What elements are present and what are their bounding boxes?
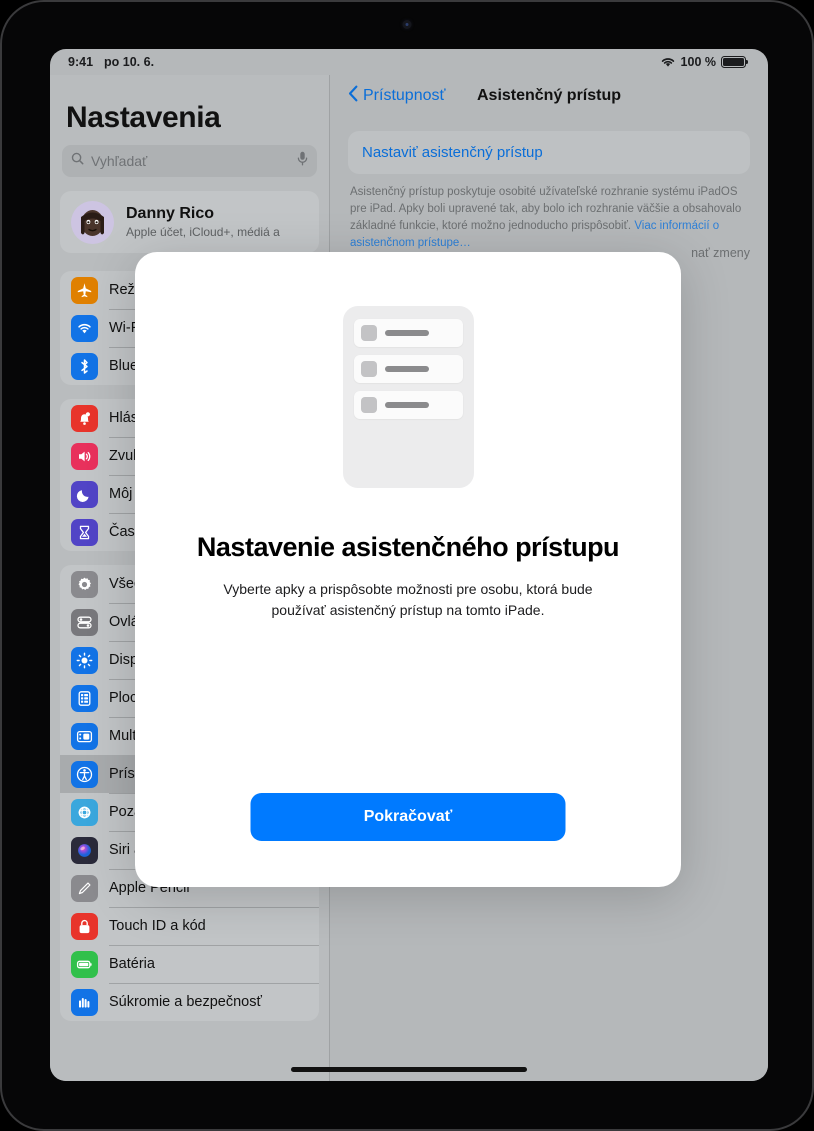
battery-icon: [71, 950, 98, 978]
illustration-row: [353, 355, 463, 383]
chevron-left-icon: [348, 85, 359, 107]
microphone-icon[interactable]: [297, 151, 308, 171]
sidebar-item-bat-ria[interactable]: Batéria: [60, 945, 319, 983]
status-bar-right: 100 %: [660, 55, 749, 69]
battery-percent: 100 %: [680, 55, 716, 69]
multitasking-icon: [71, 722, 98, 750]
sidebar-item-touch-id-a-k-d[interactable]: Touch ID a kód: [60, 907, 319, 945]
illustration-app-icon: [360, 397, 377, 413]
status-time: 9:41: [68, 55, 94, 69]
profile-name: Danny Rico: [126, 205, 215, 222]
page-title: Nastavenia: [66, 101, 221, 134]
illustration-label-bar: [384, 330, 429, 336]
assistive-access-device-illustration: [342, 306, 474, 488]
wifi-icon: [71, 314, 98, 342]
airplane-icon: [71, 276, 98, 304]
sidebar-item-s-kromie-a-bezpe-nos[interactable]: Súkromie a bezpečnosť: [60, 983, 319, 1021]
brightness-icon: [71, 646, 98, 674]
back-button[interactable]: Prístupnosť: [348, 85, 445, 107]
pencil-icon: [71, 874, 98, 902]
front-camera: [402, 20, 412, 29]
illustration-label-bar: [384, 402, 429, 408]
hand-privacy-icon: [71, 988, 98, 1016]
search-placeholder: Vyhľadať: [91, 153, 148, 169]
setup-label: Nastaviť asistenčný prístup: [362, 144, 543, 161]
profile-subtitle: Apple účet, iCloud+, médiá a: [126, 225, 280, 239]
search-icon: [71, 152, 84, 170]
continue-button[interactable]: Pokračovať: [250, 793, 566, 841]
sidebar-item-label: Touch ID a kód: [109, 918, 206, 934]
avatar: [71, 200, 114, 244]
profile-row[interactable]: Danny Rico Apple účet, iCloud+, médiá a: [60, 191, 319, 253]
assistive-access-setup-modal: Nastavenie asistenčného prístupu Vyberte…: [135, 252, 681, 887]
illustration-row: [353, 391, 463, 419]
ipad-device: 9:41 po 10. 6. 100 % Nastavenia Vyhľadať…: [0, 0, 814, 1131]
accessibility-icon: [71, 760, 98, 788]
partial-row-text: nať zmeny: [691, 246, 750, 260]
wallpaper-icon: [71, 798, 98, 826]
bell-icon: [71, 404, 98, 432]
modal-title: Nastavenie asistenčného prístupu: [196, 532, 620, 562]
bluetooth-icon: [71, 352, 98, 380]
illustration-app-icon: [360, 361, 377, 377]
setup-assistive-access-button[interactable]: Nastaviť asistenčný prístup: [348, 131, 750, 174]
wifi-icon: [660, 56, 676, 68]
description-text: Asistenčný prístup poskytuje osobité uží…: [350, 184, 748, 252]
toggles-icon: [71, 608, 98, 636]
search-input[interactable]: Vyhľadať: [62, 145, 317, 177]
sidebar-item-label: Batéria: [109, 956, 155, 972]
battery-icon: [721, 56, 749, 68]
speaker-icon: [71, 442, 98, 470]
status-bar: 9:41 po 10. 6. 100 %: [50, 49, 768, 75]
siri-icon: [71, 836, 98, 864]
illustration-label-bar: [384, 366, 429, 372]
lock-icon: [71, 912, 98, 940]
modal-subtitle: Vyberte apky a prispôsobte možnosti pre …: [223, 581, 593, 618]
navigation-bar: Prístupnosť Asistenčný prístup: [330, 75, 768, 117]
gear-icon: [71, 570, 98, 598]
moon-icon: [71, 480, 98, 508]
illustration-app-icon: [360, 325, 377, 341]
illustration-row: [353, 319, 463, 347]
home-indicator[interactable]: [291, 1067, 527, 1072]
sidebar-item-label: Súkromie a bezpečnosť: [109, 994, 262, 1010]
home-screen-icon: [71, 684, 98, 712]
status-date: po 10. 6.: [104, 55, 155, 69]
profile-text: Danny Rico Apple účet, iCloud+, médiá a: [126, 205, 280, 239]
hourglass-icon: [71, 518, 98, 546]
status-bar-left: 9:41 po 10. 6.: [68, 55, 154, 69]
screen: 9:41 po 10. 6. 100 % Nastavenia Vyhľadať…: [50, 49, 768, 1081]
back-label: Prístupnosť: [363, 87, 446, 104]
